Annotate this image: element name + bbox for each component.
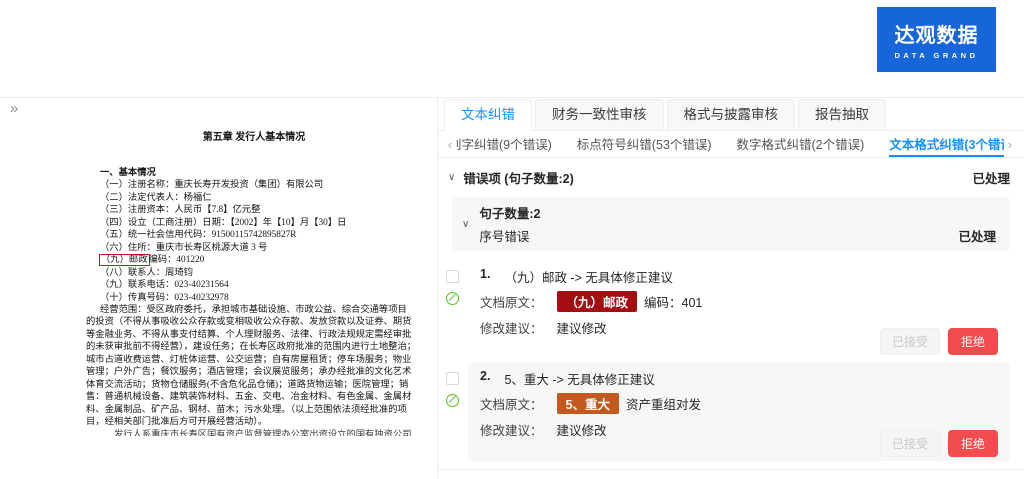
item-number: 2. <box>480 369 490 388</box>
item-checkbox[interactable] <box>446 270 459 283</box>
doc-line: 目，经相关部门批准后方可开展经营活动）。 <box>86 416 422 428</box>
doc-line: （九）邮政编码：401220 <box>86 254 422 266</box>
datagrand-logo: 达观数据 DATA GRAND <box>877 7 996 72</box>
top-header: 达观数据 DATA GRAND <box>0 0 1024 98</box>
doc-line: 的投资（不得从事吸收公众存款或变相吸收公众存款、发放贷款以及证券、期货 <box>86 316 422 328</box>
logo-cn-text: 达观数据 <box>895 19 979 48</box>
doc-line: 经营范围：受区政府委托，承担城市基础设施、市政公益、综合交通等项目 <box>86 304 422 316</box>
doc-line: 等金融业务、不得从事支付结算、个人理财服务、法律、行政法规规定需经审批 <box>86 329 422 341</box>
doc-line: （二）法定代表人：杨福仁 <box>86 192 422 204</box>
document-page: 第五章 发行人基本情况 一、基本情况（一）注册名称：重庆长寿开发投资（集团）有限… <box>86 128 422 436</box>
logo-en-text: DATA GRAND <box>894 51 978 60</box>
document-preview-pane: » 第五章 发行人基本情况 一、基本情况（一）注册名称：重庆长寿开发投资（集团）… <box>0 98 438 479</box>
status-slash-circle-icon <box>446 394 459 407</box>
subgroup-error-type: 序号错误 <box>479 226 540 245</box>
group-status-badge: 已处理 <box>972 168 1010 187</box>
doc-line: （五）统一社会信用代码：91500115742895827R <box>86 229 422 241</box>
error-group-title: 错误项 (句子数量:2) <box>463 168 573 187</box>
accept-button[interactable]: 已接受 <box>880 430 940 457</box>
subtab-scroller: 别字纠错(9个错误) 标点符号纠错(53个错误) 数字格式纠错(2个错误) 文本格式纠… <box>456 131 1004 157</box>
subtab-2[interactable]: 标点符号纠错(53个错误) <box>577 131 712 157</box>
error-item: 2.5、重大 -> 无具体修正建议文档原文：5、重大资产重组对发修改建议：建议修… <box>446 363 1010 461</box>
doc-line: 料、金属制品、矿产品、钢材、苗木；污水处理。（以上范围依法须经批准的项 <box>86 404 422 416</box>
document-body: 一、基本情况（一）注册名称：重庆长寿开发投资（集团）有限公司（二）法定代表人：杨… <box>86 167 422 436</box>
subtab-3[interactable]: 数字格式纠错(2个错误) <box>737 131 865 157</box>
collapse-panel-icon[interactable]: » <box>10 100 18 117</box>
doc-line: （六）住所：重庆市长寿区桃源大道 3 号 <box>86 242 422 254</box>
review-panel: 文本纠错财务一致性审核格式与披露审核报告抽取 ‹ 别字纠错(9个错误) 标点符号纠… <box>438 98 1024 479</box>
subtab-bar: ‹ 别字纠错(9个错误) 标点符号纠错(53个错误) 数字格式纠错(2个错误) 文本格… <box>438 131 1024 158</box>
doc-line: 管理；户外广告；餐饮服务；酒店管理；会议展览服务；承办经批准的文化艺术 <box>86 366 422 378</box>
doc-line: （三）注册资本：人民币【7.8】亿元整 <box>86 204 422 216</box>
subgroup-status-badge: 已处理 <box>958 226 996 245</box>
doc-line: （十）传真号码：023-40232978 <box>86 292 422 304</box>
tab-1[interactable]: 文本纠错 <box>444 99 532 131</box>
doc-line: 售：普通机械设备、建筑装饰材料、五金、交电、冶金材料、有色金属、金属材 <box>86 391 422 403</box>
item-number: 1. <box>480 267 490 286</box>
doc-line: 一、基本情况 <box>86 167 422 179</box>
doc-line: 的未获审批前不得经营），建设任务；在长寿区政府批准的范围内进行土地整治； <box>86 341 422 353</box>
item-checkbox[interactable] <box>446 372 459 385</box>
subtab-4[interactable]: 文本格式纠错(3个错误) <box>889 131 1004 157</box>
accept-button[interactable]: 已接受 <box>880 328 940 355</box>
original-text-highlight: 5、重大 <box>557 393 619 414</box>
chevron-down-icon[interactable]: ∨ <box>462 219 469 230</box>
subgroup-labels: 句子数量:2 序号错误 <box>479 203 540 245</box>
error-item-content: 1.（九）邮政 -> 无具体修正建议文档原文：（九）邮政编码：401修改建议：建… <box>468 261 1010 359</box>
status-slash-circle-icon <box>446 292 459 305</box>
subtab-prev-icon[interactable]: ‹ <box>444 137 456 152</box>
document-title: 第五章 发行人基本情况 <box>86 128 422 143</box>
error-item-content: 2.5、重大 -> 无具体修正建议文档原文：5、重大资产重组对发修改建议：建议修… <box>468 363 1010 461</box>
subtab-1[interactable]: 别字纠错(9个错误) <box>456 131 552 157</box>
doc-line: （九）联系电话：023-40231564 <box>86 279 422 291</box>
original-text-label: 文档原文： <box>480 394 543 413</box>
main-tab-bar: 文本纠错财务一致性审核格式与披露审核报告抽取 <box>438 98 1024 131</box>
error-highlight-box: （九）邮政 <box>100 255 149 265</box>
item-title-text: （九）邮政 -> 无具体修正建议 <box>504 267 672 286</box>
chevron-down-icon[interactable]: ∨ <box>448 172 455 183</box>
original-text-rest: 编码：401 <box>644 292 702 311</box>
original-text-highlight: （九）邮政 <box>557 291 638 312</box>
subgroup-sentence-count: 句子数量:2 <box>479 203 540 222</box>
error-item: 1.（九）邮政 -> 无具体修正建议文档原文：（九）邮政编码：401修改建议：建… <box>446 261 1010 359</box>
list-bottom-divider <box>438 469 1024 470</box>
error-group-header: ∨ 错误项 (句子数量:2) 已处理 <box>438 158 1024 195</box>
original-text-rest: 资产重组对发 <box>626 394 701 413</box>
doc-line: 城市占道收费运营、灯桩体运营、公交运营；自有房屋租赁；停车场服务；物业 <box>86 354 422 366</box>
error-subgroup-card: ∨ 句子数量:2 序号错误 已处理 <box>452 197 1010 251</box>
doc-line: 体育交流活动；货物仓储服务(不含危化品仓储)；道路货物运输；医院管理；销 <box>86 379 422 391</box>
doc-line: （四）设立（工商注册）日期：【2002】年【10】月【30】日 <box>86 217 422 229</box>
reject-button[interactable]: 拒绝 <box>948 430 998 457</box>
tab-2[interactable]: 财务一致性审核 <box>535 99 664 131</box>
original-text-label: 文档原文： <box>480 292 543 311</box>
doc-line: 发行人系重庆市长寿区国有资产监督管理办公室出资设立的国有独资公司 <box>86 429 422 436</box>
item-title-text: 5、重大 -> 无具体修正建议 <box>504 369 654 388</box>
doc-line: （八）联系人：周琦钧 <box>86 267 422 279</box>
doc-line: （一）注册名称：重庆长寿开发投资（集团）有限公司 <box>86 179 422 191</box>
reject-button[interactable]: 拒绝 <box>948 328 998 355</box>
app-window: 达观数据 DATA GRAND » 第五章 发行人基本情况 一、基本情况（一）注… <box>0 0 1024 479</box>
tab-4[interactable]: 报告抽取 <box>798 99 886 131</box>
tab-3[interactable]: 格式与披露审核 <box>667 99 796 131</box>
subtab-next-icon[interactable]: › <box>1004 137 1016 152</box>
error-item-list: 1.（九）邮政 -> 无具体修正建议文档原文：（九）邮政编码：401修改建议：建… <box>438 261 1024 461</box>
